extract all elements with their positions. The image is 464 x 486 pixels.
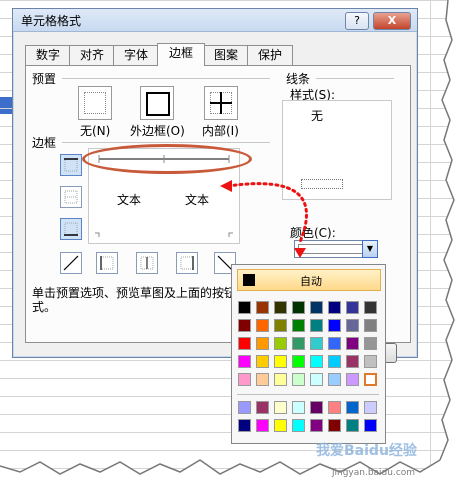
watermark-url: jingyan.baidu.com — [332, 468, 416, 478]
tab-border[interactable]: 边框 — [157, 43, 205, 66]
torn-edge — [0, 0, 464, 486]
watermark-brand: 我爱Baidu经验 — [316, 443, 417, 459]
